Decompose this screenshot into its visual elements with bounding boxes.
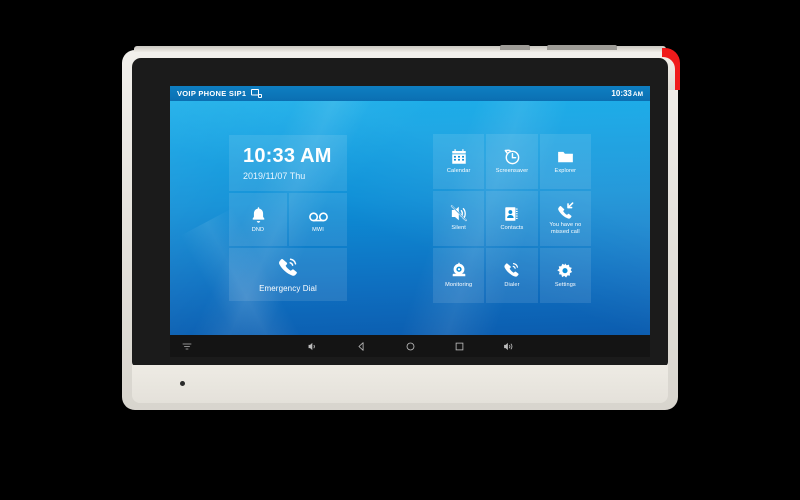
- tile-label: MWI: [312, 226, 324, 233]
- screen-bezel: VOIP PHONE SIP1 10:33 AM 10:33 AM 2019/1…: [132, 58, 668, 366]
- nav-button-back[interactable]: [356, 341, 367, 352]
- volume-down-icon: [307, 341, 318, 352]
- microphone-hole: [180, 381, 185, 386]
- tile-label: You have no missed call: [549, 221, 582, 235]
- home-circle-icon: [405, 341, 416, 352]
- speaker-mute-icon: [449, 204, 468, 223]
- voicemail-icon: [308, 206, 329, 225]
- folder-icon: [556, 148, 575, 166]
- tile-label: Silent: [451, 225, 466, 231]
- phone-ring-icon: [502, 261, 521, 280]
- tile-label: DND: [251, 226, 265, 233]
- tile-label: Explorer: [554, 167, 577, 174]
- status-bar: VOIP PHONE SIP1 10:33 AM: [170, 86, 650, 101]
- network-icon: [251, 89, 263, 98]
- gear-icon: [556, 262, 574, 280]
- tile-label: Screensaver: [495, 167, 529, 174]
- left-panel: 10:33 AM 2019/11/07 Thu DND MWI Emergenc…: [229, 135, 347, 301]
- calendar-icon: [450, 148, 468, 166]
- nav-button-recents[interactable]: [454, 341, 465, 352]
- device-top-notch-left: [500, 45, 530, 50]
- android-navigation-bar: [170, 335, 650, 357]
- app-grid: Calendar Screensaver Explorer Silent Con…: [433, 133, 591, 303]
- lcd-screen: VOIP PHONE SIP1 10:33 AM 10:33 AM 2019/1…: [170, 86, 650, 357]
- menu-icon: [182, 342, 192, 351]
- tile-label: Settings: [554, 281, 576, 288]
- nav-button-cluster: [307, 341, 514, 352]
- home-screen: 10:33 AM 2019/11/07 Thu DND MWI Emergenc…: [170, 101, 650, 335]
- tile-label: Calendar: [446, 167, 471, 174]
- recents-square-icon: [454, 341, 465, 352]
- status-bar-right: 10:33 AM: [611, 89, 643, 98]
- device-top-notch-right: [547, 45, 617, 50]
- nav-button-volume-up[interactable]: [503, 341, 514, 352]
- tile-mwi[interactable]: MWI: [289, 193, 347, 246]
- nav-button-menu[interactable]: [182, 342, 192, 351]
- clock-time: 10:33 AM: [243, 144, 332, 167]
- back-triangle-icon: [356, 341, 367, 352]
- tile-label: Contacts: [500, 224, 524, 231]
- left-mini-tile-row: DND MWI: [229, 193, 347, 246]
- clock-tile[interactable]: 10:33 AM 2019/11/07 Thu: [229, 135, 347, 191]
- clock-rotate-icon: [503, 148, 521, 166]
- status-bar-ampm: AM: [632, 91, 643, 98]
- tile-settings[interactable]: Settings: [539, 247, 591, 303]
- device-frame: VOIP PHONE SIP1 10:33 AM 10:33 AM 2019/1…: [120, 45, 680, 412]
- address-book-icon: [503, 205, 520, 223]
- tile-emergency-dial[interactable]: Emergency Dial: [229, 248, 347, 301]
- tile-screensaver[interactable]: Screensaver: [486, 133, 538, 189]
- phone-missed-icon: [556, 201, 575, 220]
- tile-contacts[interactable]: Contacts: [486, 190, 538, 246]
- tile-monitoring[interactable]: Monitoring: [433, 247, 485, 303]
- device-chin: [132, 365, 668, 403]
- nav-button-home[interactable]: [405, 341, 416, 352]
- tile-dnd[interactable]: DND: [229, 193, 287, 246]
- tile-silent[interactable]: Silent: [433, 190, 485, 246]
- tile-label: Emergency Dial: [259, 283, 317, 293]
- bell-icon: [249, 206, 268, 225]
- status-bar-title: VOIP PHONE SIP1: [177, 89, 247, 98]
- tile-label: Dialer: [504, 282, 520, 288]
- phone-ring-icon: [276, 256, 300, 280]
- status-bar-time: 10:33: [611, 89, 632, 98]
- camera-icon: [450, 262, 468, 280]
- status-bar-left: VOIP PHONE SIP1: [177, 89, 263, 98]
- nav-button-volume-down[interactable]: [307, 341, 318, 352]
- clock-date: 2019/11/07 Thu: [243, 170, 306, 181]
- tile-missed-call[interactable]: You have no missed call: [539, 190, 591, 246]
- volume-up-icon: [503, 341, 514, 352]
- tile-calendar[interactable]: Calendar: [433, 133, 485, 189]
- tile-explorer[interactable]: Explorer: [539, 133, 591, 189]
- tile-label: Monitoring: [445, 281, 473, 288]
- tile-dialer[interactable]: Dialer: [486, 247, 538, 303]
